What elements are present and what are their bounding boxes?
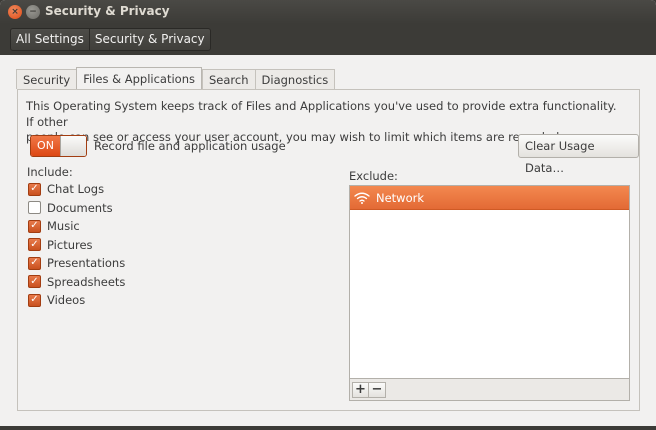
- include-chat-logs[interactable]: ✓ Chat Logs: [28, 180, 125, 199]
- checkbox-checked-icon[interactable]: ✓: [28, 219, 41, 233]
- tab-security[interactable]: Security: [16, 69, 77, 89]
- window-bottom-edge: [0, 426, 656, 430]
- include-label: Include:: [27, 165, 73, 179]
- tab-files-applications[interactable]: Files & Applications: [76, 67, 202, 89]
- checkbox-label: Spreadsheets: [47, 274, 126, 289]
- include-documents[interactable]: Documents: [28, 199, 125, 218]
- clear-usage-data-button[interactable]: Clear Usage Data…: [518, 134, 639, 175]
- checkbox-label: Videos: [47, 293, 86, 308]
- remove-exclusion-button[interactable]: −: [369, 381, 386, 398]
- files-applications-panel: This Operating System keeps track of Fil…: [17, 89, 640, 411]
- tab-search[interactable]: Search: [202, 69, 255, 89]
- checkbox-checked-icon[interactable]: ✓: [28, 256, 41, 270]
- checkbox-checked-icon[interactable]: ✓: [28, 293, 41, 307]
- switch-state-label: ON: [31, 136, 60, 156]
- checkbox-label: Chat Logs: [47, 182, 105, 197]
- include-list: ✓ Chat Logs Documents ✓ Music ✓ Pictures…: [28, 180, 125, 310]
- record-usage-switch[interactable]: ON: [30, 135, 87, 157]
- include-pictures[interactable]: ✓ Pictures: [28, 236, 125, 255]
- exclude-list[interactable]: Network: [349, 185, 630, 379]
- exclude-item-network[interactable]: Network: [350, 186, 629, 210]
- tab-diagnostics[interactable]: Diagnostics: [254, 69, 336, 89]
- toolbar: All Settings Security & Privacy: [0, 24, 656, 55]
- breadcrumb-security-privacy[interactable]: Security & Privacy: [90, 29, 210, 50]
- record-usage-label: Record file and application usage: [94, 139, 286, 153]
- close-icon[interactable]: ×: [8, 5, 22, 19]
- include-spreadsheets[interactable]: ✓ Spreadsheets: [28, 273, 125, 292]
- title-bar: × − Security & Privacy: [0, 0, 656, 24]
- description-line-1: This Operating System keeps track of Fil…: [26, 99, 617, 129]
- checkbox-label: Presentations: [47, 256, 126, 271]
- settings-window: × − Security & Privacy All Settings Secu…: [0, 0, 656, 430]
- include-presentations[interactable]: ✓ Presentations: [28, 254, 125, 273]
- exclude-list-toolbar: + −: [349, 379, 630, 401]
- checkbox-unchecked-icon[interactable]: [28, 201, 41, 215]
- add-exclusion-button[interactable]: +: [352, 381, 369, 398]
- switch-knob: [60, 136, 86, 156]
- breadcrumb-all-settings[interactable]: All Settings: [11, 29, 90, 50]
- exclude-item-label: Network: [376, 190, 425, 205]
- window-title: Security & Privacy: [45, 4, 170, 18]
- checkbox-label: Documents: [47, 200, 113, 215]
- include-videos[interactable]: ✓ Videos: [28, 291, 125, 310]
- checkbox-label: Pictures: [47, 237, 93, 252]
- minimize-icon[interactable]: −: [26, 5, 40, 19]
- tab-bar: Security Files & Applications Search Dia…: [16, 67, 336, 89]
- checkbox-checked-icon[interactable]: ✓: [28, 182, 41, 196]
- wifi-icon: [354, 192, 370, 204]
- include-music[interactable]: ✓ Music: [28, 217, 125, 236]
- checkbox-label: Music: [47, 219, 80, 234]
- checkbox-checked-icon[interactable]: ✓: [28, 238, 41, 252]
- breadcrumb: All Settings Security & Privacy: [10, 28, 211, 51]
- checkbox-checked-icon[interactable]: ✓: [28, 275, 41, 289]
- exclude-label: Exclude:: [349, 169, 398, 183]
